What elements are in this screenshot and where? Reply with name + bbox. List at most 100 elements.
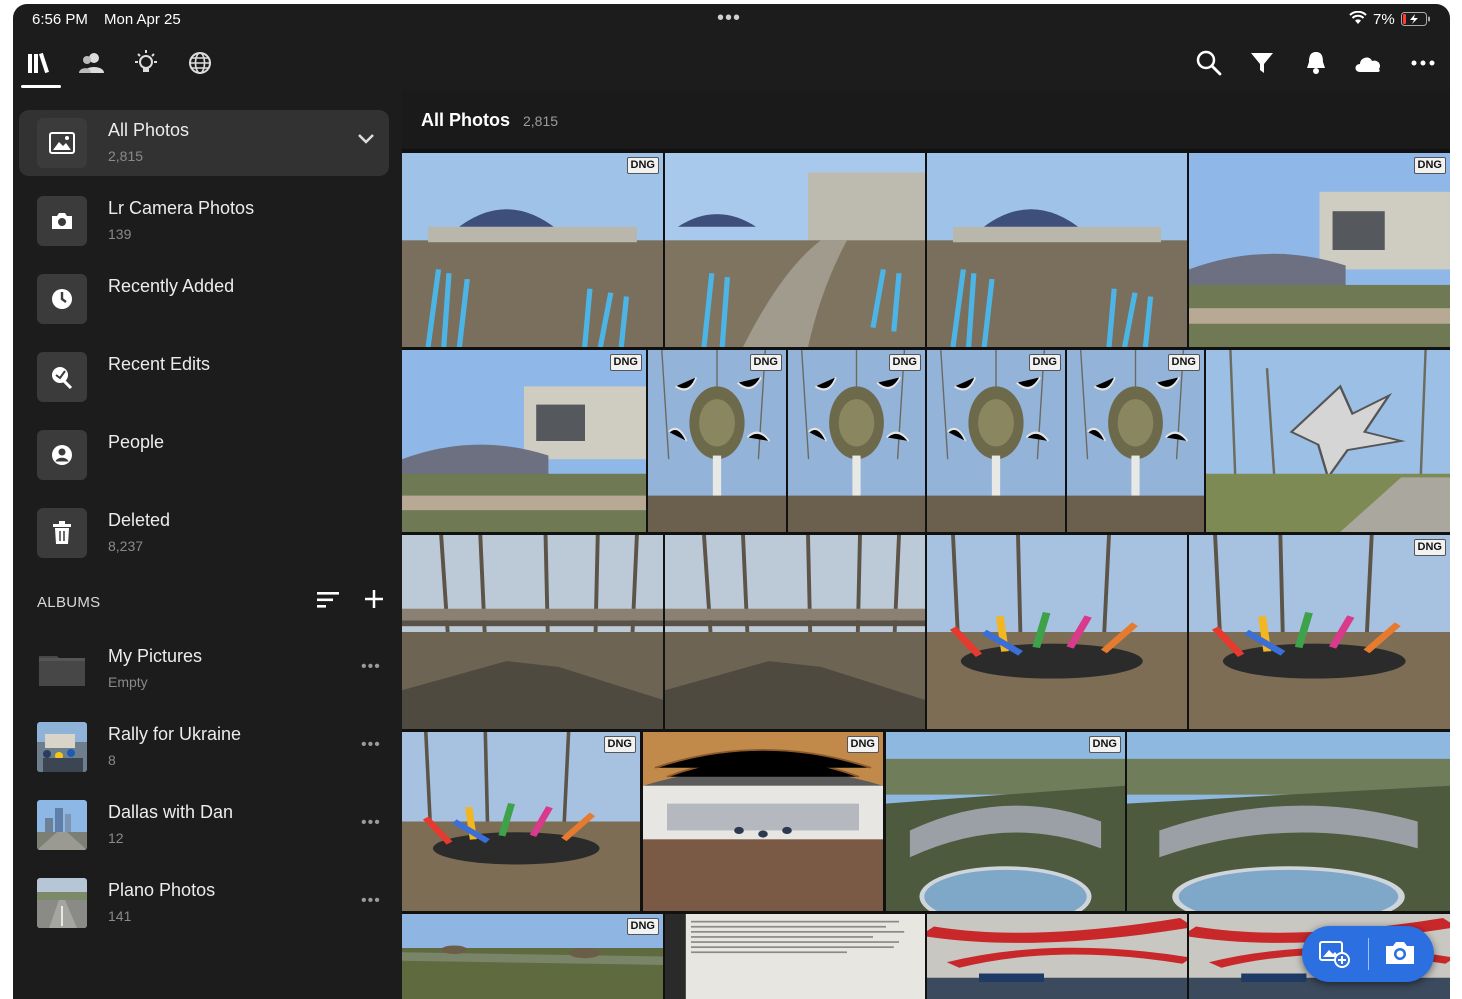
album-thumbnail: [37, 800, 87, 850]
more-icon[interactable]: [1408, 48, 1438, 78]
dng-badge: DNG: [626, 157, 659, 174]
source-all-photos[interactable]: All Photos 2,815: [19, 110, 389, 176]
source-people[interactable]: People: [19, 422, 389, 488]
source-label: Lr Camera Photos: [108, 198, 255, 218]
album-more-button[interactable]: •••: [361, 814, 381, 832]
grid-count: 2,815: [523, 113, 559, 129]
dng-badge: DNG: [888, 354, 921, 371]
library-icon[interactable]: [25, 48, 55, 78]
status-time: 6:56 PM: [32, 11, 88, 28]
photo-thumbnail[interactable]: [927, 153, 1187, 347]
photo-thumbnail[interactable]: [1206, 350, 1450, 532]
photo-thumbnail[interactable]: DNG: [648, 350, 786, 532]
photo-thumbnail[interactable]: [927, 914, 1187, 999]
photo-thumbnail[interactable]: [402, 535, 663, 729]
source-lr-camera-photos[interactable]: Lr Camera Photos 139: [19, 188, 389, 254]
photo-thumbnail[interactable]: DNG: [643, 732, 883, 911]
source-label: Recent Edits: [108, 354, 211, 374]
photo-thumbnail[interactable]: [665, 535, 925, 729]
add-album-icon[interactable]: [363, 588, 385, 615]
photo-thumbnail[interactable]: DNG: [402, 153, 663, 347]
dng-badge: DNG: [1088, 736, 1121, 753]
album-dallas-with-dan[interactable]: Dallas with Dan 12 •••: [19, 792, 389, 858]
dng-badge: DNG: [1167, 354, 1200, 371]
album-more-button[interactable]: •••: [361, 892, 381, 910]
clock-icon: [37, 274, 87, 324]
album-thumbnail: [37, 722, 87, 772]
photo-thumbnail[interactable]: DNG: [402, 350, 646, 532]
dng-badge: DNG: [1413, 157, 1446, 174]
photo-thumbnail[interactable]: [665, 153, 925, 347]
dng-badge: DNG: [609, 354, 642, 371]
photo-thumbnail[interactable]: DNG: [886, 732, 1125, 911]
album-more-button[interactable]: •••: [361, 658, 381, 676]
chevron-down-icon[interactable]: [357, 132, 375, 150]
fab-divider: [1368, 938, 1369, 970]
floating-action-bar: [1302, 926, 1434, 982]
photo-thumbnail[interactable]: [1127, 732, 1450, 911]
source-count: 139: [108, 226, 132, 242]
photo-thumbnail[interactable]: [665, 914, 925, 999]
album-label: My Pictures: [108, 646, 203, 666]
source-deleted[interactable]: Deleted 8,237: [19, 500, 389, 566]
album-thumbnail: [37, 878, 87, 928]
sort-icon[interactable]: [316, 590, 340, 615]
album-my-pictures[interactable]: My Pictures Empty •••: [19, 636, 389, 702]
source-recently-added[interactable]: Recently Added: [19, 266, 389, 332]
discover-icon[interactable]: [185, 48, 215, 78]
album-rally-for-ukraine[interactable]: Rally for Ukraine 8 •••: [19, 714, 389, 780]
battery-icon: [1401, 12, 1431, 30]
edits-icon: [37, 352, 87, 402]
photo-thumbnail[interactable]: DNG: [788, 350, 925, 532]
search-icon[interactable]: [1194, 48, 1224, 78]
photo-icon: [37, 118, 87, 168]
camera-button[interactable]: [1384, 939, 1416, 972]
lightroom-app: 6:56 PM Mon Apr 25 ••• 7% All Photos 2,8…: [13, 4, 1450, 999]
grid-title: All Photos: [421, 110, 510, 130]
album-more-button[interactable]: •••: [361, 736, 381, 754]
source-label: People: [108, 432, 165, 452]
photo-thumbnail[interactable]: DNG: [402, 732, 640, 911]
status-date: Mon Apr 25: [104, 11, 181, 28]
dng-badge: DNG: [603, 736, 636, 753]
album-count: 12: [108, 830, 124, 846]
photo-thumbnail[interactable]: DNG: [1189, 153, 1450, 347]
dng-badge: DNG: [1413, 539, 1446, 556]
status-bar: 6:56 PM Mon Apr 25 ••• 7%: [13, 4, 1450, 34]
source-label: All Photos: [108, 120, 190, 140]
trash-icon: [37, 508, 87, 558]
album-plano-photos[interactable]: Plano Photos 141 •••: [19, 870, 389, 936]
dng-badge: DNG: [626, 918, 659, 935]
learn-icon[interactable]: [131, 48, 161, 78]
active-tab-indicator: [21, 85, 61, 88]
album-count: 8: [108, 752, 116, 768]
battery-percent: 7%: [1373, 11, 1395, 28]
album-label: Rally for Ukraine: [108, 724, 242, 744]
top-nav: [13, 34, 1450, 91]
source-label: Recently Added: [108, 276, 235, 296]
grid-header: All Photos 2,815: [402, 91, 1450, 149]
dng-badge: DNG: [1028, 354, 1061, 371]
filter-icon[interactable]: [1247, 48, 1277, 78]
source-label: Deleted: [108, 510, 171, 530]
add-photos-button[interactable]: [1318, 940, 1350, 973]
photo-thumbnail[interactable]: DNG: [1067, 350, 1204, 532]
album-count: Empty: [108, 674, 148, 690]
bell-icon[interactable]: [1301, 48, 1331, 78]
photo-grid-area: All Photos 2,815 DNG DNG DNG DNG DNG DNG DNG DN…: [402, 91, 1450, 999]
source-count: 2,815: [108, 148, 144, 164]
dng-badge: DNG: [749, 354, 782, 371]
multitask-dots[interactable]: •••: [717, 7, 741, 30]
photo-thumbnail[interactable]: [927, 535, 1187, 729]
photo-thumbnail[interactable]: DNG: [927, 350, 1065, 532]
camera-icon: [37, 196, 87, 246]
folder-icon: [37, 644, 87, 694]
photo-thumbnail[interactable]: DNG: [1189, 535, 1450, 729]
wifi-icon: [1349, 10, 1367, 29]
photo-thumbnail[interactable]: DNG: [402, 914, 663, 999]
people-icon[interactable]: [77, 48, 107, 78]
cloud-icon[interactable]: [1353, 48, 1383, 78]
albums-header: ALBUMS: [37, 594, 101, 611]
sidebar: All Photos 2,815 Lr Camera Photos 139 Re…: [13, 91, 402, 999]
source-recent-edits[interactable]: Recent Edits: [19, 344, 389, 410]
